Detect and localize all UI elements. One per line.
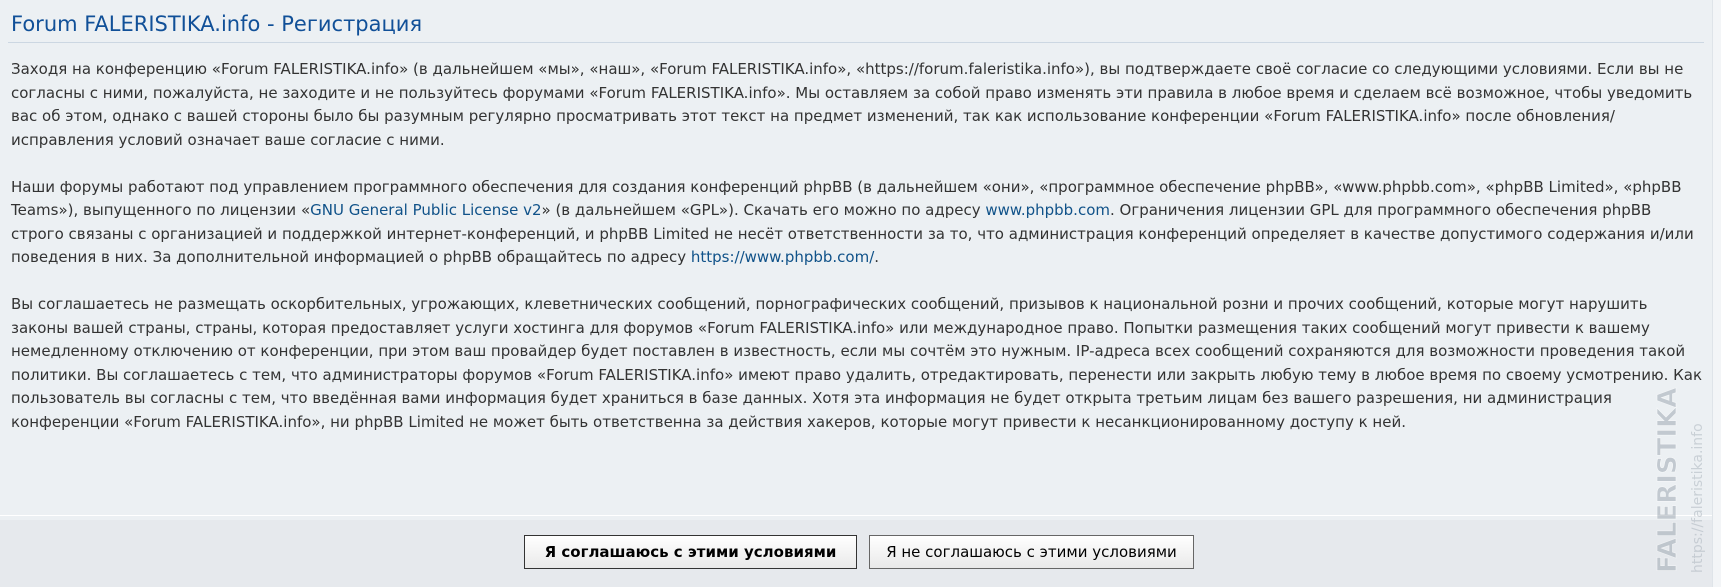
terms-paragraph-3: Вы соглашаетесь не размещать оскорбитель… bbox=[11, 295, 1703, 431]
terms-paragraph-1: Заходя на конференцию «Forum FALERISTIKA… bbox=[11, 60, 1693, 149]
panel-body: Forum FALERISTIKA.info - Регистрация Зах… bbox=[0, 0, 1712, 587]
title-divider bbox=[8, 42, 1704, 43]
watermark-brand-text: FALERISTIKA bbox=[1653, 388, 1683, 573]
phpbb-site-link[interactable]: www.phpbb.com bbox=[985, 201, 1110, 219]
terms-text: . bbox=[874, 248, 880, 266]
phpbb-url-link[interactable]: https://www.phpbb.com/ bbox=[691, 248, 874, 266]
terms-text: » (в дальнейшем «GPL»). Скачать его можн… bbox=[541, 201, 986, 219]
disagree-button[interactable]: Я не соглашаюсь с этими условиями bbox=[869, 535, 1194, 569]
page-title: Forum FALERISTIKA.info - Регистрация bbox=[11, 12, 423, 36]
agree-button[interactable]: Я соглашаюсь с этими условиями bbox=[524, 535, 857, 569]
footer-divider bbox=[0, 515, 1712, 516]
faleristika-watermark-logo: FALERISTIKA https://faleristika.info bbox=[1653, 387, 1706, 573]
terms-content: Заходя на конференцию «Forum FALERISTIKA… bbox=[11, 58, 1703, 458]
gpl-license-link[interactable]: GNU General Public License v2 bbox=[310, 201, 541, 219]
terms-paragraph-2: Наши форумы работают под управлением про… bbox=[11, 176, 1703, 270]
watermark-url-text: https://faleristika.info bbox=[1690, 423, 1706, 573]
registration-panel: Forum FALERISTIKA.info - Регистрация Зах… bbox=[0, 0, 1721, 587]
